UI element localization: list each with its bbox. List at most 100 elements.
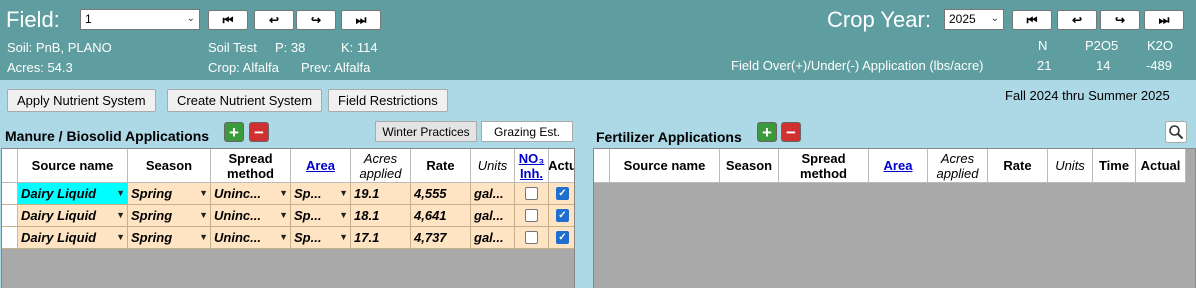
acres-cell[interactable]: 18.1: [351, 205, 411, 227]
col-no3-inh[interactable]: NO₃ Inh.: [515, 149, 549, 183]
prev-year-button[interactable]: ↩: [1057, 10, 1097, 30]
col-actual[interactable]: Actual: [1136, 149, 1186, 183]
source-cell[interactable]: Dairy Liquid ▼: [18, 183, 128, 205]
row-selector[interactable]: [2, 183, 18, 205]
col-spread-method[interactable]: Spread method: [779, 149, 869, 183]
tab-grazing-est[interactable]: Grazing Est.: [481, 121, 573, 142]
no3-cell[interactable]: [515, 205, 549, 227]
dropdown-arrow-icon: ▼: [199, 232, 208, 242]
no3-checkbox[interactable]: [525, 231, 538, 244]
no3-cell[interactable]: [515, 183, 549, 205]
table-row[interactable]: Dairy Liquid ▼ Spring ▼ Uninc... ▼ Sp... ▼ 1…: [2, 183, 574, 205]
col-acres-applied[interactable]: Acres applied: [351, 149, 411, 183]
units-cell[interactable]: gal...: [471, 205, 515, 227]
col-actual[interactable]: Actu: [549, 149, 574, 183]
actual-cell[interactable]: ✓: [549, 227, 574, 249]
source-value: Dairy Liquid: [21, 208, 97, 223]
season-value: Spring: [131, 230, 173, 245]
field-header: Field: 1 ⌄ ⏮ ↩ ↪ ⏭ Crop Year: 2025 ⌄ ⏮ ↩…: [0, 0, 1196, 80]
col-units[interactable]: Units: [1048, 149, 1093, 183]
season-cell[interactable]: Spring ▼: [128, 183, 211, 205]
table-row[interactable]: Dairy Liquid ▼ Spring ▼ Uninc... ▼ Sp... ▼ 1…: [2, 205, 574, 227]
plus-icon: +: [229, 122, 239, 142]
arrow-right-icon: ↪: [310, 13, 322, 27]
source-cell[interactable]: Dairy Liquid ▼: [18, 205, 128, 227]
crop-info: Crop: Alfalfa: [208, 60, 279, 75]
row-selector[interactable]: [2, 227, 18, 249]
dropdown-arrow-icon: ▼: [339, 188, 348, 198]
col-units[interactable]: Units: [471, 149, 515, 183]
season-value: Spring: [131, 186, 173, 201]
col-source-name[interactable]: Source name: [18, 149, 128, 183]
area-value: Sp...: [294, 186, 322, 201]
field-select[interactable]: 1 ⌄: [80, 9, 200, 30]
col-time[interactable]: Time: [1093, 149, 1136, 183]
prev-crop-info: Prev: Alfalfa: [301, 60, 371, 75]
remove-fertilizer-button[interactable]: −: [781, 122, 801, 142]
remove-manure-button[interactable]: −: [249, 122, 269, 142]
dropdown-arrow-icon: ▼: [279, 232, 288, 242]
acres-info: Acres: 54.3: [7, 60, 73, 75]
actual-cell[interactable]: ✓: [549, 205, 574, 227]
col-spread-method[interactable]: Spread method: [211, 149, 291, 183]
actual-checkbox[interactable]: ✓: [556, 187, 569, 200]
no3-checkbox[interactable]: [525, 209, 538, 222]
col-area[interactable]: Area: [291, 149, 351, 183]
first-year-button[interactable]: ⏮: [1012, 10, 1052, 30]
create-nutrient-system-button[interactable]: Create Nutrient System: [167, 89, 323, 112]
col-season[interactable]: Season: [128, 149, 211, 183]
first-field-button[interactable]: ⏮: [208, 10, 248, 30]
season-cell[interactable]: Spring ▼: [128, 227, 211, 249]
season-cell[interactable]: Spring ▼: [128, 205, 211, 227]
area-cell[interactable]: Sp... ▼: [291, 205, 351, 227]
units-cell[interactable]: gal...: [471, 227, 515, 249]
rate-cell[interactable]: 4,555: [411, 183, 471, 205]
dropdown-arrow-icon: ▼: [199, 210, 208, 220]
add-fertilizer-button[interactable]: +: [757, 122, 777, 142]
col-rate[interactable]: Rate: [988, 149, 1048, 183]
col-acres-applied[interactable]: Acres applied: [928, 149, 988, 183]
col-rate[interactable]: Rate: [411, 149, 471, 183]
method-cell[interactable]: Uninc... ▼: [211, 183, 291, 205]
units-cell[interactable]: gal...: [471, 183, 515, 205]
actual-checkbox[interactable]: ✓: [556, 209, 569, 222]
row-selector[interactable]: [2, 205, 18, 227]
prev-field-button[interactable]: ↩: [254, 10, 294, 30]
actual-checkbox[interactable]: ✓: [556, 231, 569, 244]
field-restrictions-button[interactable]: Field Restrictions: [328, 89, 448, 112]
fertilizer-search-button[interactable]: [1165, 121, 1187, 143]
last-year-button[interactable]: ⏭: [1144, 10, 1184, 30]
no3-cell[interactable]: [515, 227, 549, 249]
crop-year-select[interactable]: 2025 ⌄: [944, 9, 1004, 30]
acres-cell[interactable]: 17.1: [351, 227, 411, 249]
soil-test-k: K: 114: [341, 40, 378, 55]
col-area[interactable]: Area: [869, 149, 928, 183]
add-manure-button[interactable]: +: [224, 122, 244, 142]
row-selector-header: [594, 149, 610, 183]
col-season[interactable]: Season: [720, 149, 779, 183]
dropdown-arrow-icon: ▼: [339, 232, 348, 242]
rate-cell[interactable]: 4,641: [411, 205, 471, 227]
method-cell[interactable]: Uninc... ▼: [211, 205, 291, 227]
table-row[interactable]: Dairy Liquid ▼ Spring ▼ Uninc... ▼ Sp... ▼ 1…: [2, 227, 574, 249]
plus-icon: +: [762, 122, 772, 142]
area-cell[interactable]: Sp... ▼: [291, 183, 351, 205]
field-select-value: 1: [85, 12, 92, 26]
area-cell[interactable]: Sp... ▼: [291, 227, 351, 249]
method-cell[interactable]: Uninc... ▼: [211, 227, 291, 249]
no3-checkbox[interactable]: [525, 187, 538, 200]
actual-cell[interactable]: ✓: [549, 183, 574, 205]
rate-cell[interactable]: 4,737: [411, 227, 471, 249]
tab-winter-practices[interactable]: Winter Practices: [375, 121, 477, 142]
last-field-button[interactable]: ⏭: [341, 10, 381, 30]
col-source-name[interactable]: Source name: [610, 149, 720, 183]
acres-cell[interactable]: 19.1: [351, 183, 411, 205]
source-cell[interactable]: Dairy Liquid ▼: [18, 227, 128, 249]
arrow-right-icon: ↪: [1114, 13, 1126, 27]
source-value: Dairy Liquid: [21, 230, 97, 245]
field-label: Field:: [6, 7, 60, 32]
next-field-button[interactable]: ↪: [296, 10, 336, 30]
next-year-button[interactable]: ↪: [1100, 10, 1140, 30]
apply-nutrient-system-button[interactable]: Apply Nutrient System: [7, 89, 156, 112]
balance-label: Field Over(+)/Under(-) Application (lbs/…: [731, 58, 984, 73]
